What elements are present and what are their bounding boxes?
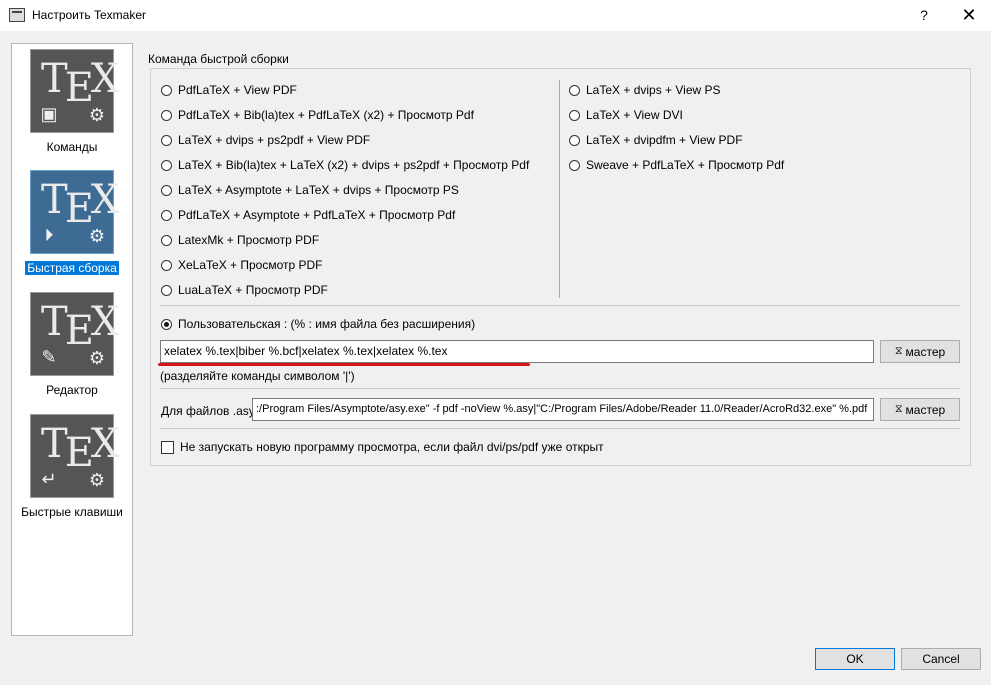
sidebar-item-editor[interactable]: TEX ✎ ⚙ Редактор	[12, 292, 132, 397]
option-label: LaTeX + dvips + ps2pdf + View PDF	[178, 133, 371, 147]
sidebar-item-commands[interactable]: TEX ▣ ⚙ Команды	[12, 49, 132, 154]
option-label: LaTeX + Asymptote + LaTeX + dvips + Прос…	[178, 183, 459, 197]
option-label: XeLaTeX + Просмотр PDF	[178, 258, 323, 272]
shortcut-icon: ↵	[41, 469, 57, 489]
shortcuts-tile: TEX ↵ ⚙	[30, 414, 119, 498]
option-xelatex[interactable]: XeLaTeX + Просмотр PDF	[161, 256, 323, 274]
title-bar: Настроить Texmaker ? ✕	[0, 0, 991, 31]
pencil-icon: ✎	[41, 347, 57, 367]
sidebar-item-label: Команды	[46, 140, 98, 154]
radio-button[interactable]	[569, 159, 580, 171]
help-button[interactable]: ?	[912, 4, 936, 26]
editor-tile: TEX ✎ ⚙	[30, 292, 119, 376]
option-label: PdfLaTeX + View PDF	[178, 83, 297, 97]
column-divider	[559, 80, 560, 298]
separator-hint: (разделяйте команды символом '|')	[160, 369, 355, 383]
radio-button[interactable]	[161, 209, 172, 221]
button-label: мастер	[905, 402, 946, 417]
ok-button[interactable]: OK	[815, 648, 895, 670]
separator	[160, 388, 960, 389]
radio-button[interactable]	[161, 284, 172, 296]
option-latex-bib-dvips[interactable]: LaTeX + Bib(la)tex + LaTeX (x2) + dvips …	[161, 156, 529, 174]
option-label: LaTeX + dvips + View PS	[586, 83, 721, 97]
red-underline-annotation	[158, 363, 530, 366]
option-latex-asymptote[interactable]: LaTeX + Asymptote + LaTeX + dvips + Прос…	[161, 181, 459, 199]
tex-logo: TEX	[41, 421, 119, 476]
option-label: LatexMk + Просмотр PDF	[178, 233, 320, 247]
sidebar-item-label: Редактор	[46, 383, 98, 397]
sidebar-item-label: Быстрая сборка	[25, 261, 119, 275]
option-label: LaTeX + Bib(la)tex + LaTeX (x2) + dvips …	[178, 158, 530, 172]
asy-label: Для файлов .asy	[161, 404, 255, 418]
sidebar-item-label: Быстрые клавиши	[21, 505, 123, 519]
option-label: PdfLaTeX + Asymptote + PdfLaTeX + Просмо…	[178, 208, 456, 222]
option-custom[interactable]: Пользовательская : (% : имя файла без ра…	[161, 315, 475, 333]
radio-button[interactable]	[569, 134, 580, 146]
option-lualatex[interactable]: LuaLaTeX + Просмотр PDF	[161, 281, 328, 299]
radio-button[interactable]	[161, 109, 172, 121]
option-label: LaTeX + View DVI	[586, 108, 683, 122]
tex-logo: TEX	[41, 299, 119, 354]
radio-button[interactable]	[161, 184, 172, 196]
quick-build-tile: TEX ⏵ ⚙	[30, 170, 119, 254]
option-label: LuaLaTeX + Просмотр PDF	[178, 283, 328, 297]
custom-command-input[interactable]: xelatex %.tex|biber %.bcf|xelatex %.tex|…	[160, 340, 874, 363]
gear-icon: ⚙	[88, 470, 106, 490]
gear-icon: ⚙	[88, 348, 106, 368]
sidebar-item-quick-build[interactable]: TEX ⏵ ⚙ Быстрая сборка	[12, 170, 132, 275]
wand-icon: ⧖	[894, 403, 903, 415]
gear-icon: ⚙	[88, 105, 106, 125]
category-sidebar: TEX ▣ ⚙ Команды TEX ⏵ ⚙ Быстрая сборка T…	[11, 43, 133, 636]
option-label: LaTeX + dvipdfm + View PDF	[586, 133, 743, 147]
radio-button[interactable]	[161, 84, 172, 96]
radio-button[interactable]	[569, 84, 580, 96]
window-title: Настроить Texmaker	[32, 8, 146, 22]
button-label: мастер	[905, 344, 946, 359]
tex-logo: TEX	[41, 177, 119, 232]
radio-button[interactable]	[161, 234, 172, 246]
option-latex-dvips-ps[interactable]: LaTeX + dvips + View PS	[569, 81, 721, 99]
no-new-viewer-option[interactable]: Не запускать новую программу просмотра, …	[161, 438, 604, 456]
play-icon: ⏵	[44, 225, 54, 245]
option-latex-dvips-ps2pdf[interactable]: LaTeX + dvips + ps2pdf + View PDF	[161, 131, 370, 149]
option-latexmk[interactable]: LatexMk + Просмотр PDF	[161, 231, 319, 249]
commands-tile: TEX ▣ ⚙	[30, 49, 119, 133]
checkbox-label: Не запускать новую программу просмотра, …	[180, 440, 604, 454]
custom-wizard-button[interactable]: ⧖ мастер	[880, 340, 960, 363]
option-latex-dvipdfm[interactable]: LaTeX + dvipdfm + View PDF	[569, 131, 743, 149]
wand-icon: ⧖	[894, 345, 903, 357]
sidebar-item-shortcuts[interactable]: TEX ↵ ⚙ Быстрые клавиши	[12, 414, 132, 519]
radio-button[interactable]	[569, 109, 580, 121]
radio-button-selected[interactable]	[161, 318, 172, 330]
radio-button[interactable]	[161, 159, 172, 171]
close-button[interactable]: ✕	[955, 4, 983, 26]
radio-button[interactable]	[161, 259, 172, 271]
asy-command-input[interactable]: :/Program Files/Asymptote/asy.exe" -f pd…	[252, 398, 874, 421]
option-label: PdfLaTeX + Bib(la)tex + PdfLaTeX (x2) + …	[178, 108, 474, 122]
option-label: Пользовательская : (% : имя файла без ра…	[178, 317, 476, 331]
separator	[160, 305, 960, 306]
option-latex-dvi[interactable]: LaTeX + View DVI	[569, 106, 683, 124]
separator	[160, 428, 960, 429]
gear-icon: ⚙	[88, 226, 106, 246]
app-icon	[9, 8, 25, 22]
option-label: Sweave + PdfLaTeX + Просмотр Pdf	[586, 158, 785, 172]
cancel-button[interactable]: Cancel	[901, 648, 981, 670]
checkbox[interactable]	[161, 440, 174, 454]
option-pdflatex-bib[interactable]: PdfLaTeX + Bib(la)tex + PdfLaTeX (x2) + …	[161, 106, 474, 124]
window-icon: ▣	[40, 104, 58, 124]
option-pdflatex-asymptote[interactable]: PdfLaTeX + Asymptote + PdfLaTeX + Просмо…	[161, 206, 455, 224]
tex-logo: TEX	[41, 56, 119, 111]
option-pdflatex-view[interactable]: PdfLaTeX + View PDF	[161, 81, 297, 99]
option-sweave[interactable]: Sweave + PdfLaTeX + Просмотр Pdf	[569, 156, 784, 174]
radio-button[interactable]	[161, 134, 172, 146]
asy-wizard-button[interactable]: ⧖ мастер	[880, 398, 960, 421]
group-title: Команда быстрой сборки	[148, 52, 289, 66]
